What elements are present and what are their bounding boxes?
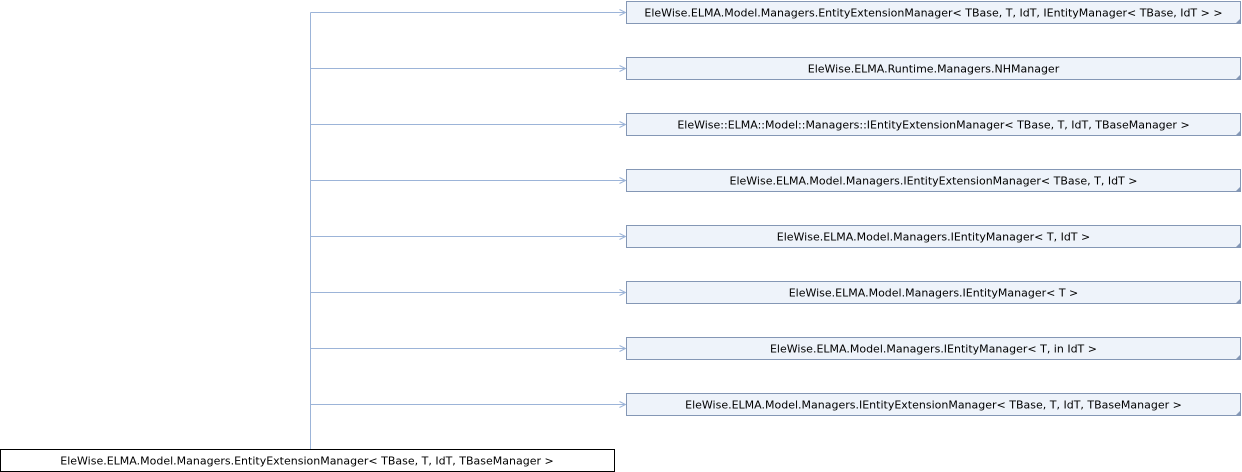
inheritance-edges [310,9,627,449]
base-class-label[interactable]: EleWise.ELMA.Model.Managers.IEntityExten… [685,399,1182,412]
current-class-node: EleWise.ELMA.Model.Managers.EntityExtens… [0,449,615,472]
base-class-node[interactable]: EleWise.ELMA.Model.Managers.IEntityManag… [626,225,1241,248]
base-class-node[interactable]: EleWise.ELMA.Model.Managers.EntityExtens… [626,1,1241,24]
base-class-node[interactable]: EleWise.ELMA.Model.Managers.IEntityExten… [626,393,1241,416]
base-class-label[interactable]: EleWise.ELMA.Runtime.Managers.NHManager [808,63,1060,76]
base-class-node[interactable]: EleWise.ELMA.Model.Managers.IEntityExten… [626,169,1241,192]
base-class-label[interactable]: EleWise.ELMA.Model.Managers.IEntityManag… [789,287,1079,300]
base-class-node[interactable]: EleWise.ELMA.Model.Managers.IEntityManag… [626,281,1241,304]
base-class-label[interactable]: EleWise.ELMA.Model.Managers.IEntityExten… [730,175,1138,188]
base-class-label[interactable]: EleWise::ELMA::Model::Managers::IEntityE… [677,119,1189,132]
inheritance-diagram: EleWise.ELMA.Model.Managers.EntityExtens… [0,1,1241,472]
current-class-label: EleWise.ELMA.Model.Managers.EntityExtens… [60,455,553,468]
base-class-nodes: EleWise.ELMA.Model.Managers.EntityExtens… [626,1,1241,416]
base-class-node[interactable]: EleWise.ELMA.Runtime.Managers.NHManager [626,57,1241,80]
base-class-node[interactable]: EleWise.ELMA.Model.Managers.IEntityManag… [626,337,1241,360]
base-class-label[interactable]: EleWise.ELMA.Model.Managers.EntityExtens… [644,7,1222,20]
base-class-node[interactable]: EleWise::ELMA::Model::Managers::IEntityE… [626,113,1241,136]
base-class-label[interactable]: EleWise.ELMA.Model.Managers.IEntityManag… [770,343,1097,356]
base-class-label[interactable]: EleWise.ELMA.Model.Managers.IEntityManag… [777,231,1090,244]
